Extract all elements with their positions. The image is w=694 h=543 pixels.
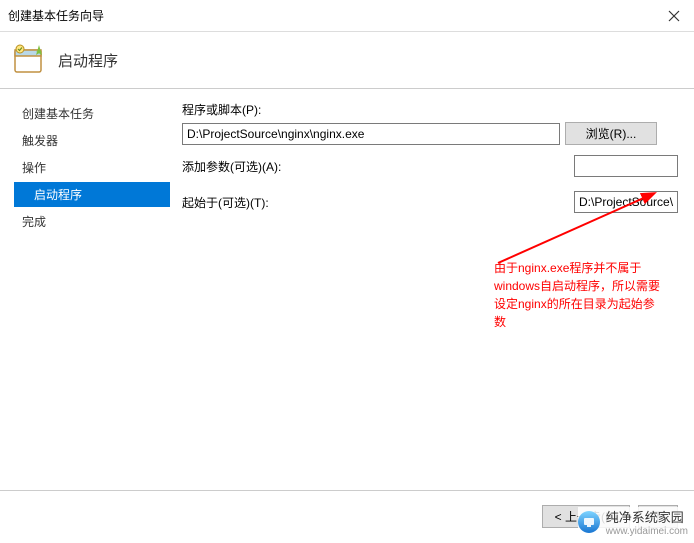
sidebar-item-3[interactable]: 启动程序 (14, 182, 170, 207)
close-button[interactable] (662, 4, 686, 28)
sidebar-item-4[interactable]: 完成 (14, 209, 170, 234)
sidebar-item-0[interactable]: 创建基本任务 (14, 101, 170, 126)
wizard-icon (12, 42, 48, 78)
annotation-text: 由于nginx.exe程序并不属于windows自启动程序，所以需要设定ngin… (494, 259, 664, 331)
wizard-header: 启动程序 (0, 32, 694, 88)
close-icon (668, 10, 680, 22)
program-script-input[interactable] (182, 123, 560, 145)
main-panel: 程序或脚本(P): 浏览(R)... 添加参数(可选)(A): 起始于(可选)(… (170, 89, 694, 490)
arguments-label: 添加参数(可选)(A): (182, 158, 281, 175)
page-title: 启动程序 (58, 50, 118, 71)
watermark-logo-icon (578, 511, 600, 533)
startin-row: 起始于(可选)(T): (182, 191, 678, 213)
startin-input[interactable] (574, 191, 678, 213)
wizard-sidebar: 创建基本任务触发器操作启动程序完成 (0, 89, 170, 490)
watermark: 纯净系统家园 www.yidaimei.com (578, 507, 688, 537)
program-script-label: 程序或脚本(P): (182, 101, 678, 118)
window-title: 创建基本任务向导 (8, 7, 104, 24)
window-titlebar: 创建基本任务向导 (0, 0, 694, 32)
sidebar-item-2[interactable]: 操作 (14, 155, 170, 180)
watermark-title: 纯净系统家园 (606, 507, 688, 526)
arguments-row: 添加参数(可选)(A): (182, 155, 678, 177)
content-area: 创建基本任务触发器操作启动程序完成 程序或脚本(P): 浏览(R)... 添加参… (0, 88, 694, 490)
watermark-url: www.yidaimei.com (606, 526, 688, 537)
startin-label: 起始于(可选)(T): (182, 194, 269, 211)
browse-button[interactable]: 浏览(R)... (565, 122, 657, 145)
sidebar-item-1[interactable]: 触发器 (14, 128, 170, 153)
program-script-row: 程序或脚本(P): 浏览(R)... (182, 101, 678, 145)
arguments-input[interactable] (574, 155, 678, 177)
